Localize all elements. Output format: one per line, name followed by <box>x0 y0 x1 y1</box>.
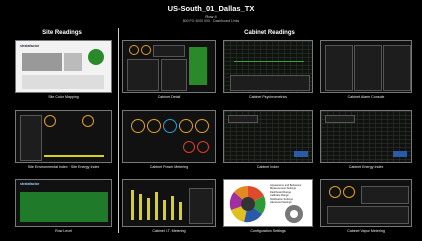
brand-logo-text: stratafactor <box>20 44 40 48</box>
tile-site-color-mapping[interactable]: stratafactor Site Color Mapping <box>15 40 112 103</box>
tile-caption: Cabinet Alarm Console <box>347 95 385 99</box>
tile-caption: Site Environmental Index · Site Energy I… <box>27 165 100 169</box>
thumbnail <box>223 40 313 93</box>
tile-site-environmental-energy-index[interactable]: Site Environmental Index · Site Energy I… <box>15 110 112 173</box>
tile-row-level[interactable]: stratafactor Row Level <box>15 179 112 237</box>
tile-configuration-settings[interactable]: Appearance and Behaviour Measurement Set… <box>223 179 313 237</box>
tile-cabinet-energy-index[interactable]: Cabinet Energy Index <box>320 110 412 173</box>
thumbnail: stratafactor <box>15 179 112 227</box>
tile-caption: Cabinet Energy Index <box>348 165 384 169</box>
thumbnail <box>122 40 216 93</box>
thumbnail: stratafactor <box>15 40 112 93</box>
tile-cabinet-index[interactable]: Cabinet Index <box>223 110 313 173</box>
section-title-site: Site Readings <box>42 30 82 36</box>
brand-logo-text: stratafactor <box>20 182 40 186</box>
tile-caption: Site Color Mapping <box>48 95 79 99</box>
tile-cabinet-vapor-metering[interactable]: Cabinet Vapor Metering <box>320 179 412 237</box>
section-title-cabinet: Cabinet Readings <box>244 30 295 36</box>
tile-caption: Configuration Settings <box>250 229 286 233</box>
tile-caption: Cabinet Psychrometrics <box>249 95 287 99</box>
tile-cabinet-power-metering[interactable]: Cabinet Power Metering <box>122 110 216 173</box>
tile-cabinet-detail[interactable]: Cabinet Detail <box>122 40 216 103</box>
page-title: US-South_01_Dallas_TX <box>167 4 255 13</box>
thumbnail <box>320 40 412 93</box>
section-divider <box>118 28 119 233</box>
config-menu-list: Appearance and Behaviour Measurement Set… <box>270 184 302 205</box>
tile-caption: Cabinet Detail <box>157 95 181 99</box>
thumbnail <box>320 179 412 227</box>
thumbnail <box>15 110 112 163</box>
thumbnail <box>122 110 216 163</box>
tile-caption: Cabinet Power Metering <box>149 165 189 169</box>
tile-caption: Row Level <box>55 229 72 233</box>
page-subtitle-links: 800 FO 4000 000 · Dashboard Links <box>182 19 240 23</box>
tile-caption: Cabinet Index <box>256 165 280 169</box>
tile-cabinet-it-metering[interactable]: Cabinet I.T. Metering <box>122 179 216 237</box>
thumbnail: Appearance and Behaviour Measurement Set… <box>223 179 313 227</box>
tile-caption: Cabinet I.T. Metering <box>152 229 186 233</box>
tile-cabinet-alarm-console[interactable]: Cabinet Alarm Console <box>320 40 412 103</box>
thumbnail <box>320 110 412 163</box>
tile-caption: Cabinet Vapor Metering <box>347 229 385 233</box>
thumbnail <box>223 110 313 163</box>
thumbnail <box>122 179 216 227</box>
tile-cabinet-psychrometrics[interactable]: Cabinet Psychrometrics <box>223 40 313 103</box>
